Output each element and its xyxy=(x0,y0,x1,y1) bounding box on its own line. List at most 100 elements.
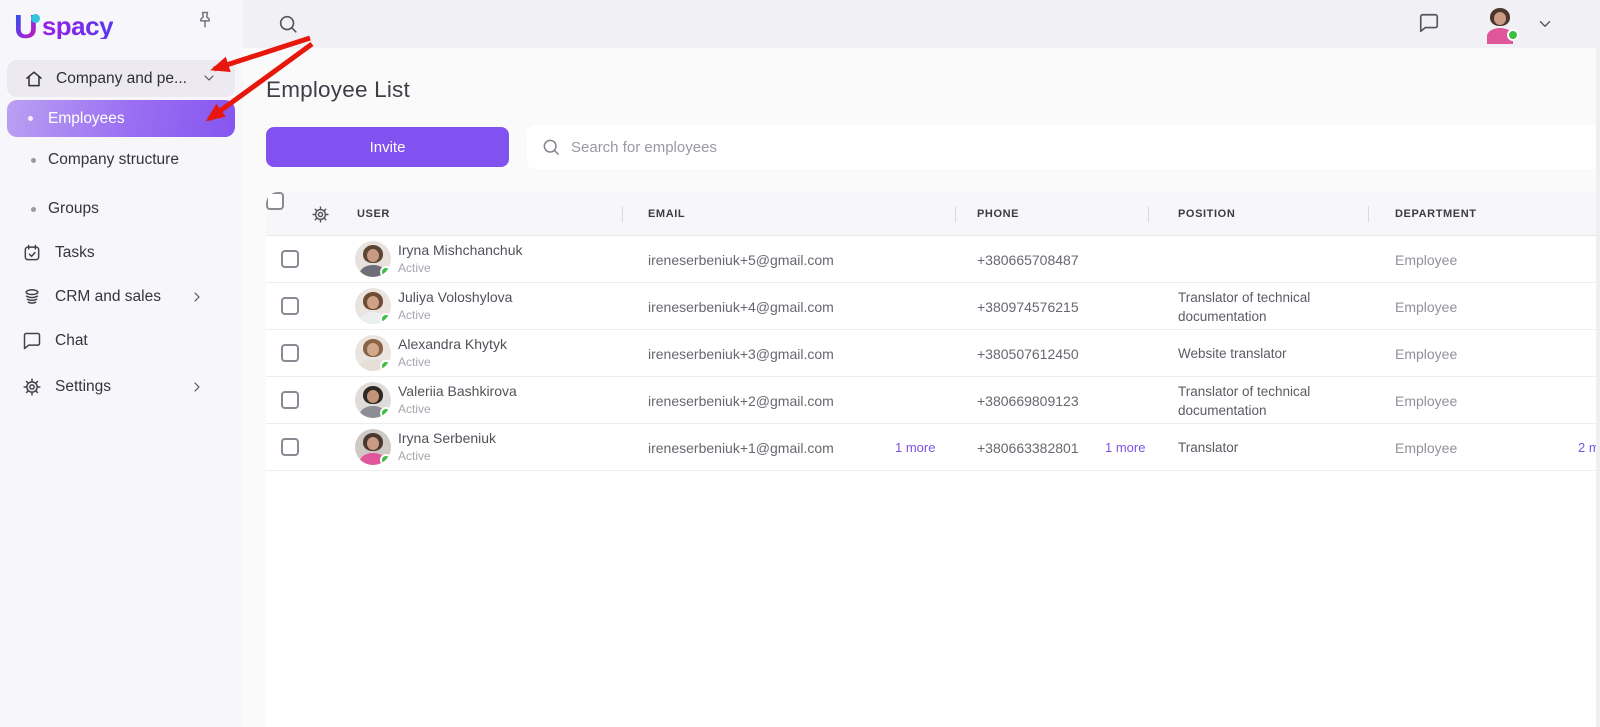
employee-name[interactable]: Iryna Serbeniuk xyxy=(398,430,496,446)
column-header-email[interactable]: EMAIL xyxy=(648,192,685,236)
messenger-icon[interactable] xyxy=(1418,12,1440,34)
table-header: USER EMAIL PHONE POSITION DEPARTMENT xyxy=(266,192,1600,236)
sidebar-item-label: CRM and sales xyxy=(55,288,161,306)
row-checkbox[interactable] xyxy=(281,344,299,362)
sidebar: U spacy Company and pe... Employees Comp… xyxy=(0,0,243,727)
online-status-dot xyxy=(380,407,391,418)
row-checkbox[interactable] xyxy=(281,438,299,456)
employee-email: ireneserbeniuk+1@gmail.com xyxy=(648,424,834,471)
employee-name[interactable]: Valeriia Bashkirova xyxy=(398,383,517,399)
column-header-department[interactable]: DEPARTMENT xyxy=(1395,192,1477,236)
employee-phone: +380665708487 xyxy=(977,236,1079,283)
employee-department: Employee xyxy=(1395,236,1457,283)
chevron-down-icon[interactable] xyxy=(1536,15,1554,33)
search-input[interactable] xyxy=(571,139,1600,156)
tasks-icon xyxy=(22,243,42,263)
email-more-link[interactable]: 1 more xyxy=(895,424,935,471)
avatar xyxy=(355,429,391,465)
employee-department: Employee xyxy=(1395,424,1457,471)
table-settings-gear-icon[interactable] xyxy=(311,205,330,224)
employee-email: ireneserbeniuk+5@gmail.com xyxy=(648,236,834,283)
employee-phone: +380663382801 xyxy=(977,424,1079,471)
sidebar-item-tasks[interactable]: Tasks xyxy=(0,231,243,275)
gear-icon xyxy=(22,377,42,397)
employee-email: ireneserbeniuk+3@gmail.com xyxy=(648,330,834,377)
avatar xyxy=(355,288,391,324)
column-header-user[interactable]: USER xyxy=(357,192,390,236)
employee-row[interactable]: Iryna Mishchanchuk Active ireneserbeniuk… xyxy=(266,236,1600,283)
employee-status: Active xyxy=(398,308,512,322)
online-status-dot xyxy=(380,454,391,465)
column-header-phone[interactable]: PHONE xyxy=(977,192,1019,236)
pin-icon[interactable] xyxy=(195,10,215,30)
employee-row[interactable]: Juliya Voloshylova Active ireneserbeniuk… xyxy=(266,283,1600,330)
employee-status: Active xyxy=(398,402,517,416)
avatar xyxy=(355,335,391,371)
uspacy-logo[interactable]: U spacy xyxy=(14,10,113,43)
online-status-dot xyxy=(380,360,391,371)
logo-text: spacy xyxy=(42,13,113,39)
sidebar-item-label: Groups xyxy=(48,200,99,218)
employee-search-bar xyxy=(527,125,1600,169)
employee-row[interactable]: Iryna Serbeniuk Active ireneserbeniuk+1@… xyxy=(266,424,1600,471)
row-checkbox[interactable] xyxy=(281,297,299,315)
select-all-checkbox[interactable] xyxy=(266,192,284,210)
employee-position: Translator of technical documentation xyxy=(1178,377,1374,424)
employee-name[interactable]: Alexandra Khytyk xyxy=(398,336,507,352)
row-checkbox[interactable] xyxy=(281,391,299,409)
row-checkbox[interactable] xyxy=(281,250,299,268)
logo-dot-icon xyxy=(31,14,40,23)
employee-name[interactable]: Juliya Voloshylova xyxy=(398,289,512,305)
column-divider xyxy=(1368,206,1369,222)
employee-phone: +380974576215 xyxy=(977,283,1079,330)
employee-row[interactable]: Valeriia Bashkirova Active ireneserbeniu… xyxy=(266,377,1600,424)
sidebar-item-label: Tasks xyxy=(55,244,95,262)
employee-email: ireneserbeniuk+4@gmail.com xyxy=(648,283,834,330)
column-divider xyxy=(1148,206,1149,222)
employee-position: Website translator xyxy=(1178,330,1374,377)
scrollbar-track[interactable] xyxy=(1596,48,1600,727)
employee-phone: +380669809123 xyxy=(977,377,1079,424)
sidebar-item-label: Chat xyxy=(55,332,88,350)
chevron-down-icon xyxy=(201,70,217,86)
sidebar-item-crm-and-sales[interactable]: CRM and sales xyxy=(0,275,243,319)
table-body: Iryna Mishchanchuk Active ireneserbeniuk… xyxy=(266,236,1600,471)
search-icon xyxy=(541,137,561,157)
avatar xyxy=(355,241,391,277)
sidebar-item-groups[interactable]: Groups xyxy=(0,187,243,231)
sidebar-item-label: Settings xyxy=(55,378,111,396)
employee-status: Active xyxy=(398,355,507,369)
sidebar-item-label: Company and pe... xyxy=(56,70,187,88)
sidebar-item-company-and-people[interactable]: Company and pe... xyxy=(7,60,235,97)
employee-email: ireneserbeniuk+2@gmail.com xyxy=(648,377,834,424)
employee-table: USER EMAIL PHONE POSITION DEPARTMENT Iry… xyxy=(266,192,1600,727)
sidebar-item-company-structure[interactable]: Company structure xyxy=(0,138,243,182)
employee-position: Translator of technical documentation xyxy=(1178,283,1374,330)
column-header-position[interactable]: POSITION xyxy=(1178,192,1235,236)
sidebar-item-settings[interactable]: Settings xyxy=(0,365,243,409)
online-status-dot xyxy=(380,313,391,324)
search-icon[interactable] xyxy=(277,13,299,35)
crm-icon xyxy=(22,287,42,307)
home-icon xyxy=(24,69,44,89)
employee-name[interactable]: Iryna Mishchanchuk xyxy=(398,242,523,258)
bullet-icon xyxy=(31,158,36,163)
topbar xyxy=(243,0,1600,48)
employee-row[interactable]: Alexandra Khytyk Active ireneserbeniuk+3… xyxy=(266,330,1600,377)
employee-department: Employee xyxy=(1395,283,1457,330)
user-avatar[interactable] xyxy=(1482,4,1518,40)
phone-more-link[interactable]: 1 more xyxy=(1105,424,1145,471)
online-status-dot xyxy=(380,266,391,277)
column-divider xyxy=(955,206,956,222)
sidebar-item-employees[interactable]: Employees xyxy=(7,100,235,137)
employee-phone: +380507612450 xyxy=(977,330,1079,377)
employee-department: Employee xyxy=(1395,330,1457,377)
employee-department: Employee xyxy=(1395,377,1457,424)
chat-icon xyxy=(22,331,42,351)
main-content: Employee List Invite USER EMAIL PHONE PO… xyxy=(243,48,1600,727)
page-title: Employee List xyxy=(266,77,410,103)
chevron-right-icon xyxy=(189,379,205,395)
invite-button[interactable]: Invite xyxy=(266,127,509,167)
sidebar-item-chat[interactable]: Chat xyxy=(0,319,243,363)
employee-position: Translator xyxy=(1178,424,1374,471)
